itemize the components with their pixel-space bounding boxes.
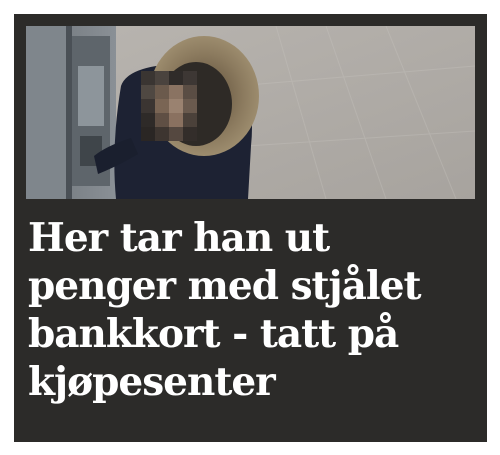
article-photo[interactable] [26,26,475,199]
surveillance-photo [26,26,475,199]
article-teaser-card[interactable]: Her tar han ut penger med stjålet bankko… [14,14,487,442]
article-headline[interactable]: Her tar han ut penger med stjålet bankko… [28,214,474,406]
